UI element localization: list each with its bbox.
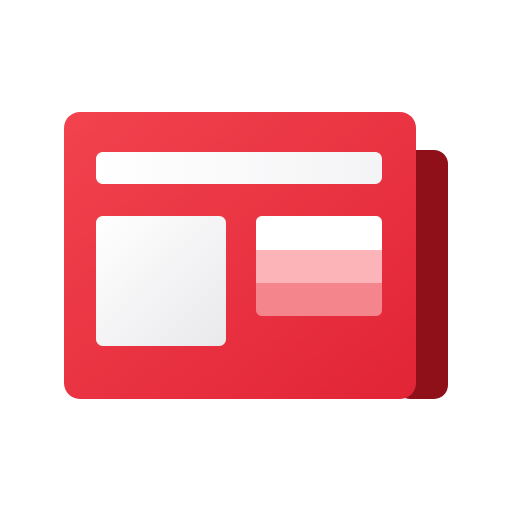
news-app-icon bbox=[0, 0, 512, 512]
newspaper-icon bbox=[64, 112, 448, 399]
card-stripe-white bbox=[256, 216, 382, 250]
striped-card bbox=[256, 216, 382, 316]
headline-bar bbox=[96, 152, 382, 184]
card-stripe-pink-dark bbox=[256, 283, 382, 316]
photo-block bbox=[96, 216, 226, 346]
card-stripe-pink-light bbox=[256, 250, 382, 283]
